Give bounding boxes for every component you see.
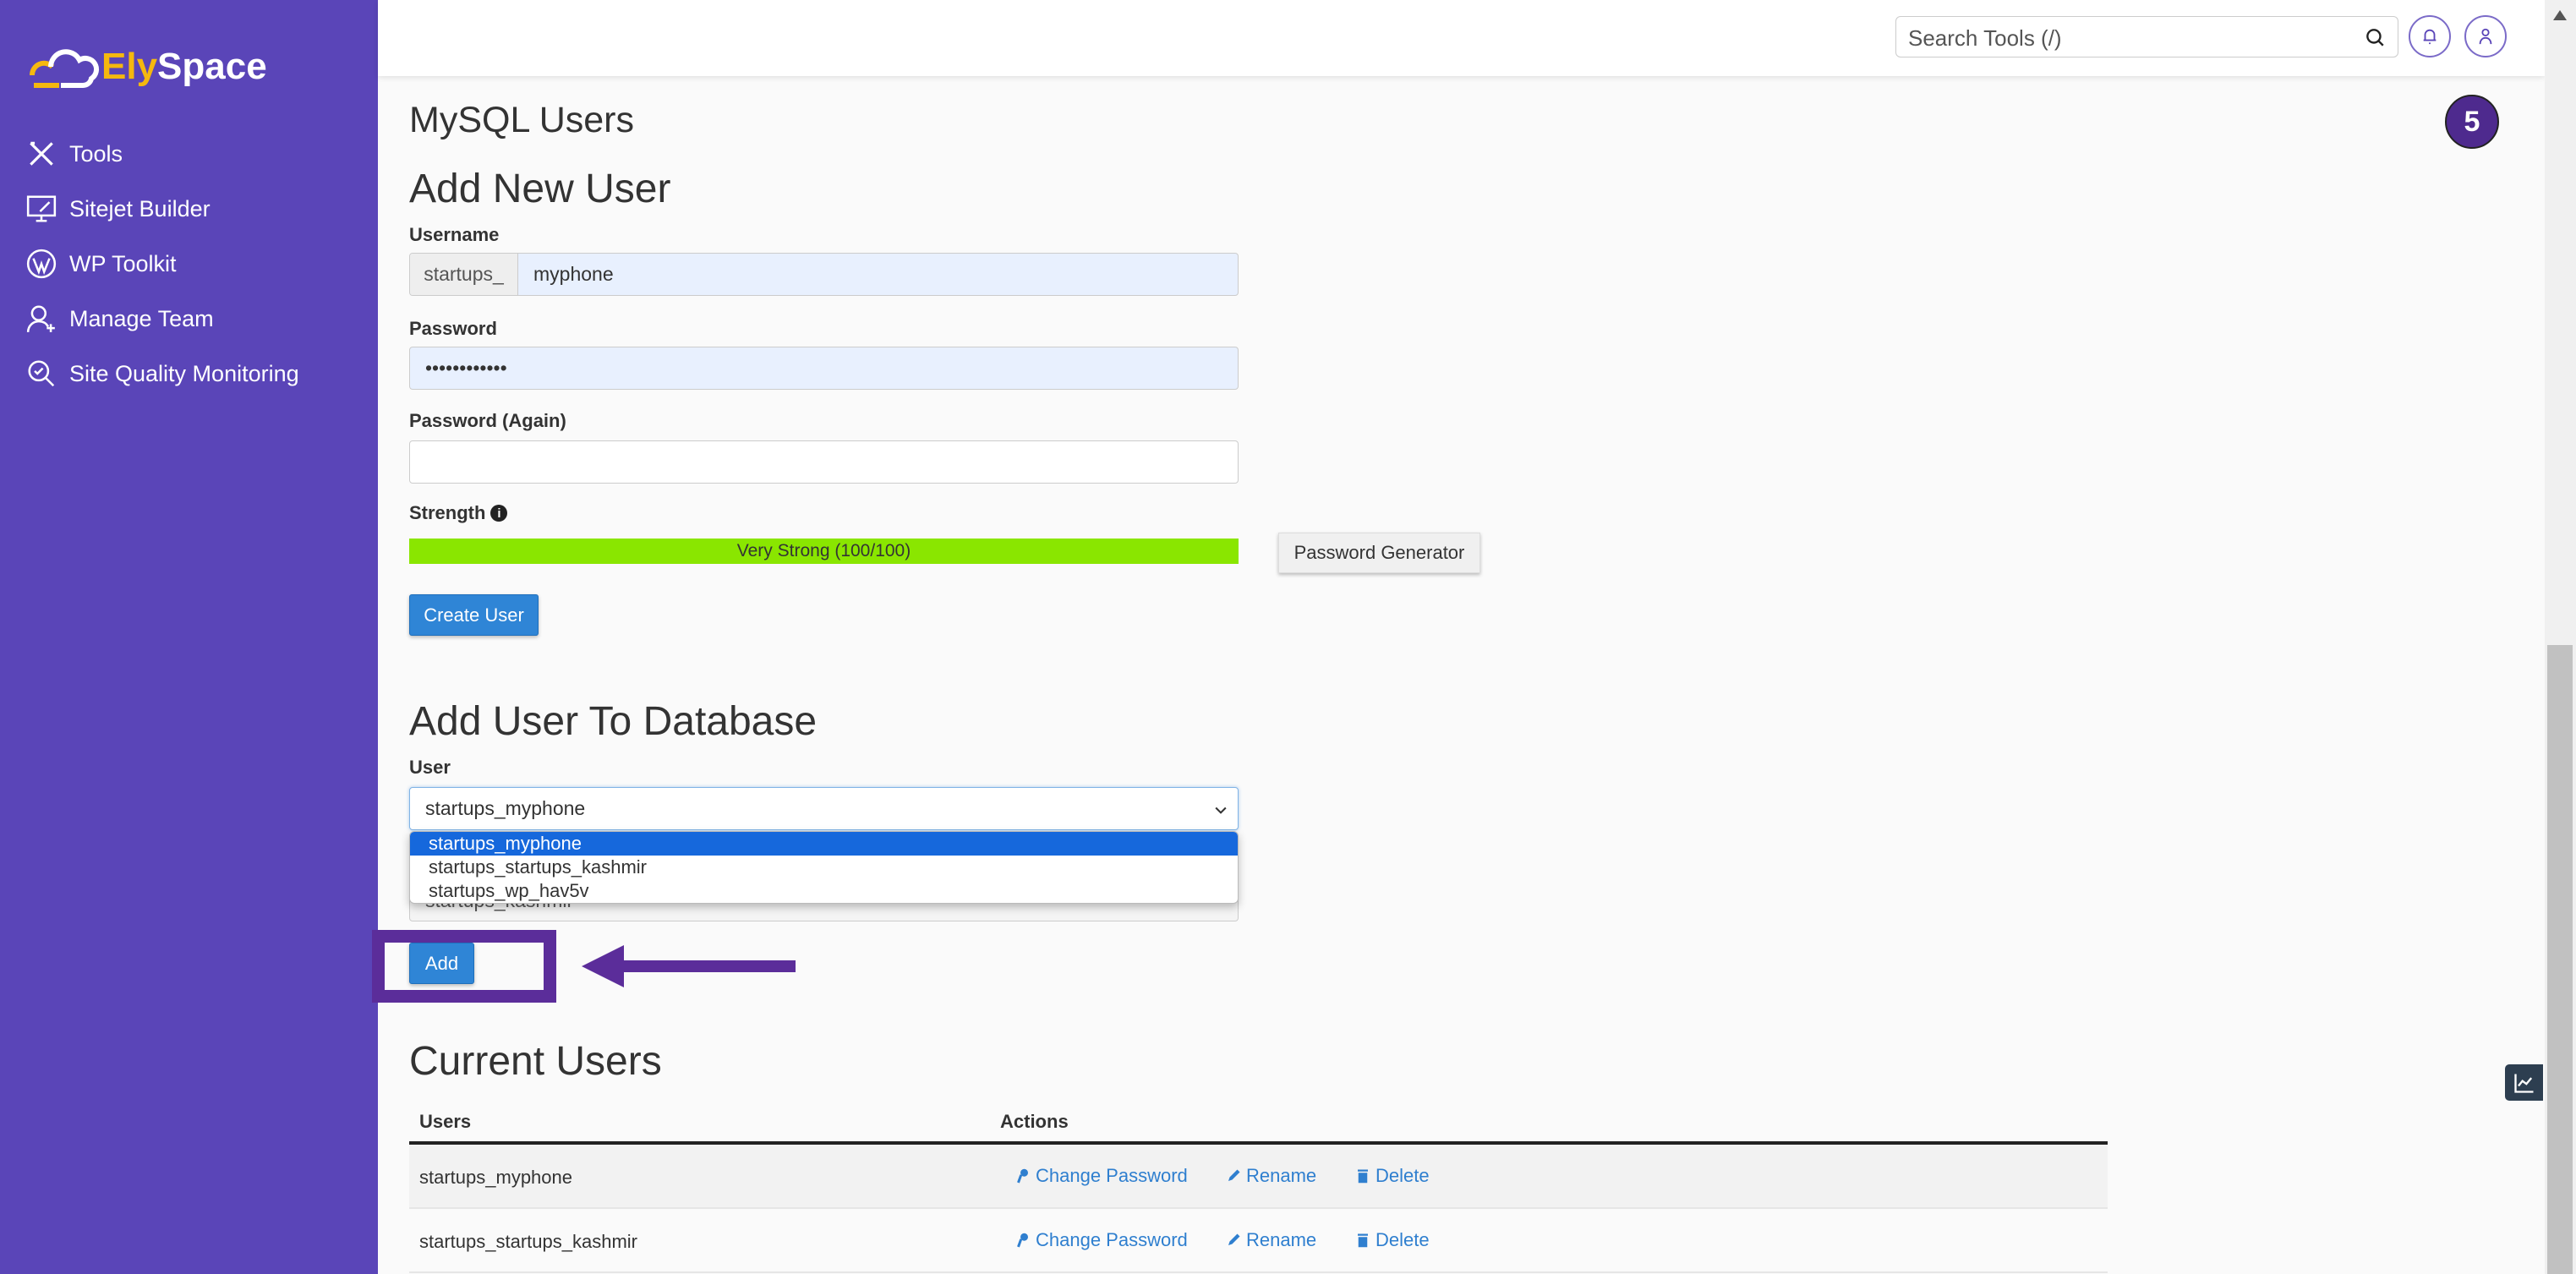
change-password-label: Change Password [1036,1165,1188,1186]
dropdown-option[interactable]: startups_myphone [410,832,1238,856]
bell-icon [2423,29,2437,45]
brand-name-ely: Ely [101,46,158,87]
change-password-link[interactable]: Change Password [1015,1165,1188,1187]
trash-icon [1358,1233,1368,1248]
analytics-widget-button[interactable] [2505,1064,2543,1101]
user-icon [2479,28,2492,45]
chevron-down-icon [1215,807,1227,814]
rename-label: Rename [1246,1165,1317,1186]
sidebar-item-label: Site Quality Monitoring [69,360,299,386]
dropdown-option[interactable]: startups_startups_kashmir [410,856,1238,879]
delete-label: Delete [1376,1229,1430,1250]
column-header-actions: Actions [1000,1111,1069,1132]
change-password-label: Change Password [1036,1229,1188,1250]
scrollbar-thumb[interactable] [2547,645,2573,1274]
rename-label: Rename [1246,1229,1317,1250]
user-select[interactable]: startups_myphone [409,787,1239,830]
notifications-button[interactable] [2409,15,2451,57]
cloud-logo-icon [29,49,99,88]
trash-icon [1358,1169,1368,1184]
sidebar-item-sitejet-builder[interactable]: Sitejet Builder [25,193,211,225]
sidebar-item-tools[interactable]: Tools [25,138,123,170]
username-label: Username [409,224,500,245]
password-again-label: Password (Again) [409,410,566,431]
user-name-cell: startups_startups_kashmir [419,1231,637,1252]
delete-link[interactable]: Delete [1355,1165,1430,1187]
change-password-link[interactable]: Change Password [1015,1229,1188,1251]
delete-link[interactable]: Delete [1355,1229,1430,1251]
current-users-heading: Current Users [409,1039,662,1084]
rename-link[interactable]: Rename [1226,1229,1316,1251]
rename-link[interactable]: Rename [1226,1165,1316,1187]
column-header-users: Users [419,1111,472,1132]
username-prefix: startups_ [410,254,518,295]
delete-label: Delete [1376,1165,1430,1186]
username-value: myphone [533,263,614,285]
pencil-icon [1228,1233,1240,1245]
page-title: MySQL Users [409,100,634,140]
sidebar-item-manage-team[interactable]: Manage Team [25,303,214,335]
search-check-icon [28,360,55,387]
user-selected-value: startups_myphone [425,797,586,819]
sidebar-item-wp-toolkit[interactable]: WP Toolkit [25,248,177,280]
sidebar-item-label: Tools [69,140,123,167]
monitor-pen-icon [26,195,57,222]
password-generator-button[interactable]: Password Generator [1278,533,1480,573]
scroll-up-arrow-icon[interactable] [2553,10,2567,20]
user-dropdown-list: startups_myphone startups_startups_kashm… [409,831,1239,904]
password-value: •••••••••••• [425,357,507,379]
logo[interactable]: Ely Space [25,37,267,96]
brand-name-space: Space [157,46,267,87]
table-row: startups_myphone Change Password Rename … [409,1145,2108,1209]
user-select-label: User [409,757,451,778]
search-input[interactable]: Search Tools (/) [1895,16,2398,57]
highlight-box [372,930,556,1003]
sidebar-item-label: Sitejet Builder [69,195,211,221]
sidebar-item-label: WP Toolkit [69,250,177,276]
arrow-left-icon [582,945,796,987]
user-add-icon [26,305,55,332]
pencil-icon [1228,1169,1240,1181]
sidebar-item-site-quality-monitoring[interactable]: Site Quality Monitoring [25,358,299,390]
user-menu-button[interactable] [2464,15,2507,57]
chart-line-icon [2513,1074,2533,1093]
password-again-field[interactable] [409,440,1239,484]
table-row: startups_startups_kashmir Change Passwor… [409,1209,2108,1273]
create-user-button[interactable]: Create User [409,594,539,636]
sidebar: Ely Space Tools Sitejet Builder WP Toolki… [0,0,378,1274]
password-label: Password [409,318,497,339]
sidebar-item-label: Manage Team [69,305,214,331]
strength-label-row: Strength i [409,502,508,524]
wordpress-icon [26,249,57,279]
strength-meter: Very Strong (100/100) [409,539,1239,564]
tools-icon [30,141,53,166]
strength-text: Very Strong (100/100) [736,541,911,560]
key-icon [1017,1168,1028,1184]
table-header: Users Actions [409,1107,2108,1145]
info-icon[interactable]: i [490,505,508,522]
add-user-heading: Add New User [409,167,671,211]
password-field[interactable]: •••••••••••• [409,347,1239,390]
strength-meter-fill: Very Strong (100/100) [409,539,1239,564]
users-table: Users Actions startups_myphone Change Pa… [409,1107,2108,1273]
search-placeholder: Search Tools (/) [1908,25,2062,51]
strength-label: Strength [409,502,486,523]
step-badge: 5 [2445,95,2499,149]
search-icon [2366,29,2384,46]
user-name-cell: startups_myphone [419,1167,572,1188]
scrollbar[interactable] [2545,0,2576,1274]
add-user-to-database-heading: Add User To Database [409,699,818,744]
username-field[interactable]: startups_ myphone [409,253,1239,296]
dropdown-option[interactable]: startups_wp_hav5v [410,879,1238,903]
key-icon [1017,1233,1028,1248]
